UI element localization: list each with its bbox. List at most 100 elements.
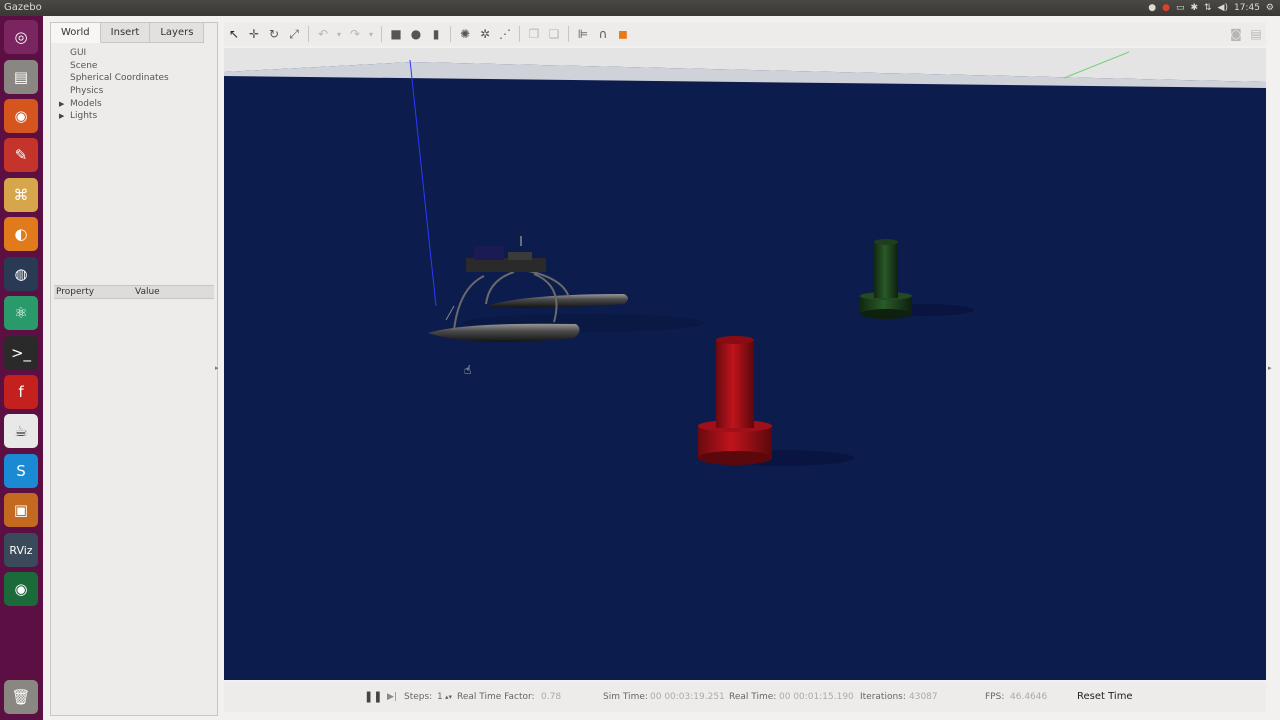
undo-dropdown-icon[interactable]: ▾: [333, 24, 345, 44]
skype-icon[interactable]: S: [4, 454, 38, 488]
window-title: Gazebo: [4, 2, 42, 13]
tab-insert[interactable]: Insert: [100, 23, 151, 43]
paste-icon[interactable]: ❏: [544, 24, 564, 44]
tree-item-gui[interactable]: GUI: [51, 47, 217, 60]
left-panel-tabs: World Insert Layers: [51, 23, 205, 43]
settings-tools-icon[interactable]: ✎: [4, 138, 38, 172]
pause-button[interactable]: ❚❚: [364, 690, 382, 703]
point-light-icon[interactable]: ✺: [455, 24, 475, 44]
dash-icon[interactable]: ◎: [4, 20, 38, 54]
screenshot-icon[interactable]: ◙: [1226, 24, 1246, 44]
steps-spinner-icon[interactable]: ▴▾: [445, 693, 452, 701]
spot-light-icon[interactable]: ✲: [475, 24, 495, 44]
files-icon[interactable]: ▤: [4, 60, 38, 94]
3d-viewport[interactable]: ☝: [224, 48, 1266, 680]
network-tray-icon[interactable]: ⇅: [1204, 1, 1212, 15]
red-buoy-model[interactable]: [698, 336, 854, 466]
tree-item-label: Spherical Coordinates: [70, 73, 169, 84]
tab-world[interactable]: World: [51, 23, 101, 43]
tree-item-scene[interactable]: Scene: [51, 60, 217, 73]
steam-tray-icon[interactable]: ●: [1148, 1, 1156, 15]
align-icon[interactable]: ⊫: [573, 24, 593, 44]
redo-dropdown-icon[interactable]: ▾: [365, 24, 377, 44]
tree-item-physics[interactable]: Physics: [51, 85, 217, 98]
tree-item-models[interactable]: ▶ Models: [51, 98, 217, 111]
left-splitter-handle[interactable]: ▸: [215, 364, 219, 372]
rviz-icon[interactable]: RViz: [4, 533, 38, 567]
undo-icon[interactable]: ↶: [313, 24, 333, 44]
toolbar-separator: [381, 26, 382, 42]
scale-mode-icon[interactable]: ⤢: [284, 24, 304, 44]
steam-icon[interactable]: ◍: [4, 257, 38, 291]
tab-layers[interactable]: Layers: [150, 23, 205, 43]
cylinder-shape-icon[interactable]: ▮: [426, 24, 446, 44]
boat-model[interactable]: [428, 236, 704, 342]
property-column-header[interactable]: Property: [56, 286, 94, 298]
diagram-app-icon[interactable]: ⌘: [4, 178, 38, 212]
right-splitter-handle[interactable]: ▸: [1268, 364, 1272, 372]
tree-item-label: Models: [70, 98, 102, 109]
volume-tray-icon[interactable]: ◀): [1218, 1, 1228, 15]
tree-item-label: Lights: [70, 111, 98, 122]
virtualbox-icon[interactable]: ▣: [4, 493, 38, 527]
gazebo-window: World Insert Layers GUI Scene Spherical …: [43, 16, 1280, 720]
foxit-reader-icon[interactable]: f: [4, 375, 38, 409]
change-view-icon[interactable]: ◼: [613, 24, 633, 44]
green-buoy-model[interactable]: [860, 239, 974, 319]
toolbar-separator: [308, 26, 309, 42]
system-tray: ● ● ▭ ✱ ⇅ ◀) 17:45 ⚙: [1148, 1, 1274, 15]
iterations-label: Iterations:: [860, 692, 906, 702]
sphere-shape-icon[interactable]: ●: [406, 24, 426, 44]
tree-item-lights[interactable]: ▶ Lights: [51, 110, 217, 123]
rotate-mode-icon[interactable]: ↻: [264, 24, 284, 44]
tree-item-spherical-coordinates[interactable]: Spherical Coordinates: [51, 72, 217, 85]
select-mode-icon[interactable]: ↖: [224, 24, 244, 44]
toolbar-separator: [519, 26, 520, 42]
box-shape-icon[interactable]: ■: [386, 24, 406, 44]
expand-arrow-icon[interactable]: ▶: [59, 98, 64, 111]
hand-cursor-icon: ☝: [464, 363, 471, 377]
fps-label: FPS:: [985, 692, 1005, 702]
sim-time-value: 00 00:03:19.251: [650, 692, 725, 702]
system-top-bar: Gazebo ● ● ▭ ✱ ⇅ ◀) 17:45 ⚙: [0, 0, 1280, 16]
iterations-value: 43087: [909, 692, 938, 702]
real-time-value: 00 00:01:15.190: [779, 692, 854, 702]
directional-light-icon[interactable]: ⋰: [495, 24, 515, 44]
real-time-factor-value: 0.78: [541, 692, 562, 702]
keyboard-tray-icon[interactable]: ▭: [1176, 1, 1185, 15]
scene-render: ☝: [224, 48, 1266, 466]
clock[interactable]: 17:45: [1234, 1, 1260, 15]
bluetooth-tray-icon[interactable]: ✱: [1190, 1, 1198, 15]
step-button[interactable]: ▶|: [387, 692, 397, 702]
tree-item-label: Physics: [70, 86, 104, 97]
world-tree: GUI Scene Spherical Coordinates Physics …: [51, 47, 217, 123]
record-tray-icon[interactable]: ●: [1162, 1, 1170, 15]
gear-icon[interactable]: ⚙: [1266, 1, 1274, 15]
atom-icon[interactable]: ⚛: [4, 296, 38, 330]
terminal-icon[interactable]: >_: [4, 336, 38, 370]
left-panel: World Insert Layers GUI Scene Spherical …: [50, 22, 218, 716]
tree-item-label: Scene: [70, 60, 98, 71]
reset-time-button[interactable]: Reset Time: [1072, 688, 1138, 705]
translate-mode-icon[interactable]: ✛: [244, 24, 264, 44]
expand-arrow-icon[interactable]: ▶: [59, 110, 64, 123]
firefox-icon[interactable]: ◉: [4, 99, 38, 133]
java-app-icon[interactable]: ☕: [4, 414, 38, 448]
redo-icon[interactable]: ↷: [345, 24, 365, 44]
snap-icon[interactable]: ∩: [593, 24, 613, 44]
tree-item-label: GUI: [70, 48, 87, 58]
trash-icon[interactable]: 🗑: [4, 680, 38, 714]
record-log-icon[interactable]: ▤: [1246, 24, 1266, 44]
gazebo-icon[interactable]: ◉: [4, 572, 38, 606]
copy-icon[interactable]: ❐: [524, 24, 544, 44]
real-time-factor-label: Real Time Factor:: [457, 692, 535, 702]
z-axis-line: [409, 59, 437, 307]
toolbar-separator: [450, 26, 451, 42]
blender-icon[interactable]: ◐: [4, 217, 38, 251]
real-time-label: Real Time:: [729, 692, 777, 702]
launcher: ◎ ▤ ◉ ✎ ⌘ ◐ ◍ ⚛ >_ f ☕ S ▣ RViz ◉ 🗑: [0, 16, 43, 720]
steps-value[interactable]: 1: [437, 692, 443, 702]
toolbar: ↖ ✛ ↻ ⤢ ↶ ▾ ↷ ▾ ■ ● ▮ ✺ ✲ ⋰ ❐ ❏ ⊫ ∩ ◼ ◙ …: [224, 22, 1266, 46]
value-column-header[interactable]: Value: [135, 286, 160, 298]
time-panel: ❚❚ ▶| Steps: 1 ▴▾ Real Time Factor: 0.78…: [224, 682, 1266, 712]
